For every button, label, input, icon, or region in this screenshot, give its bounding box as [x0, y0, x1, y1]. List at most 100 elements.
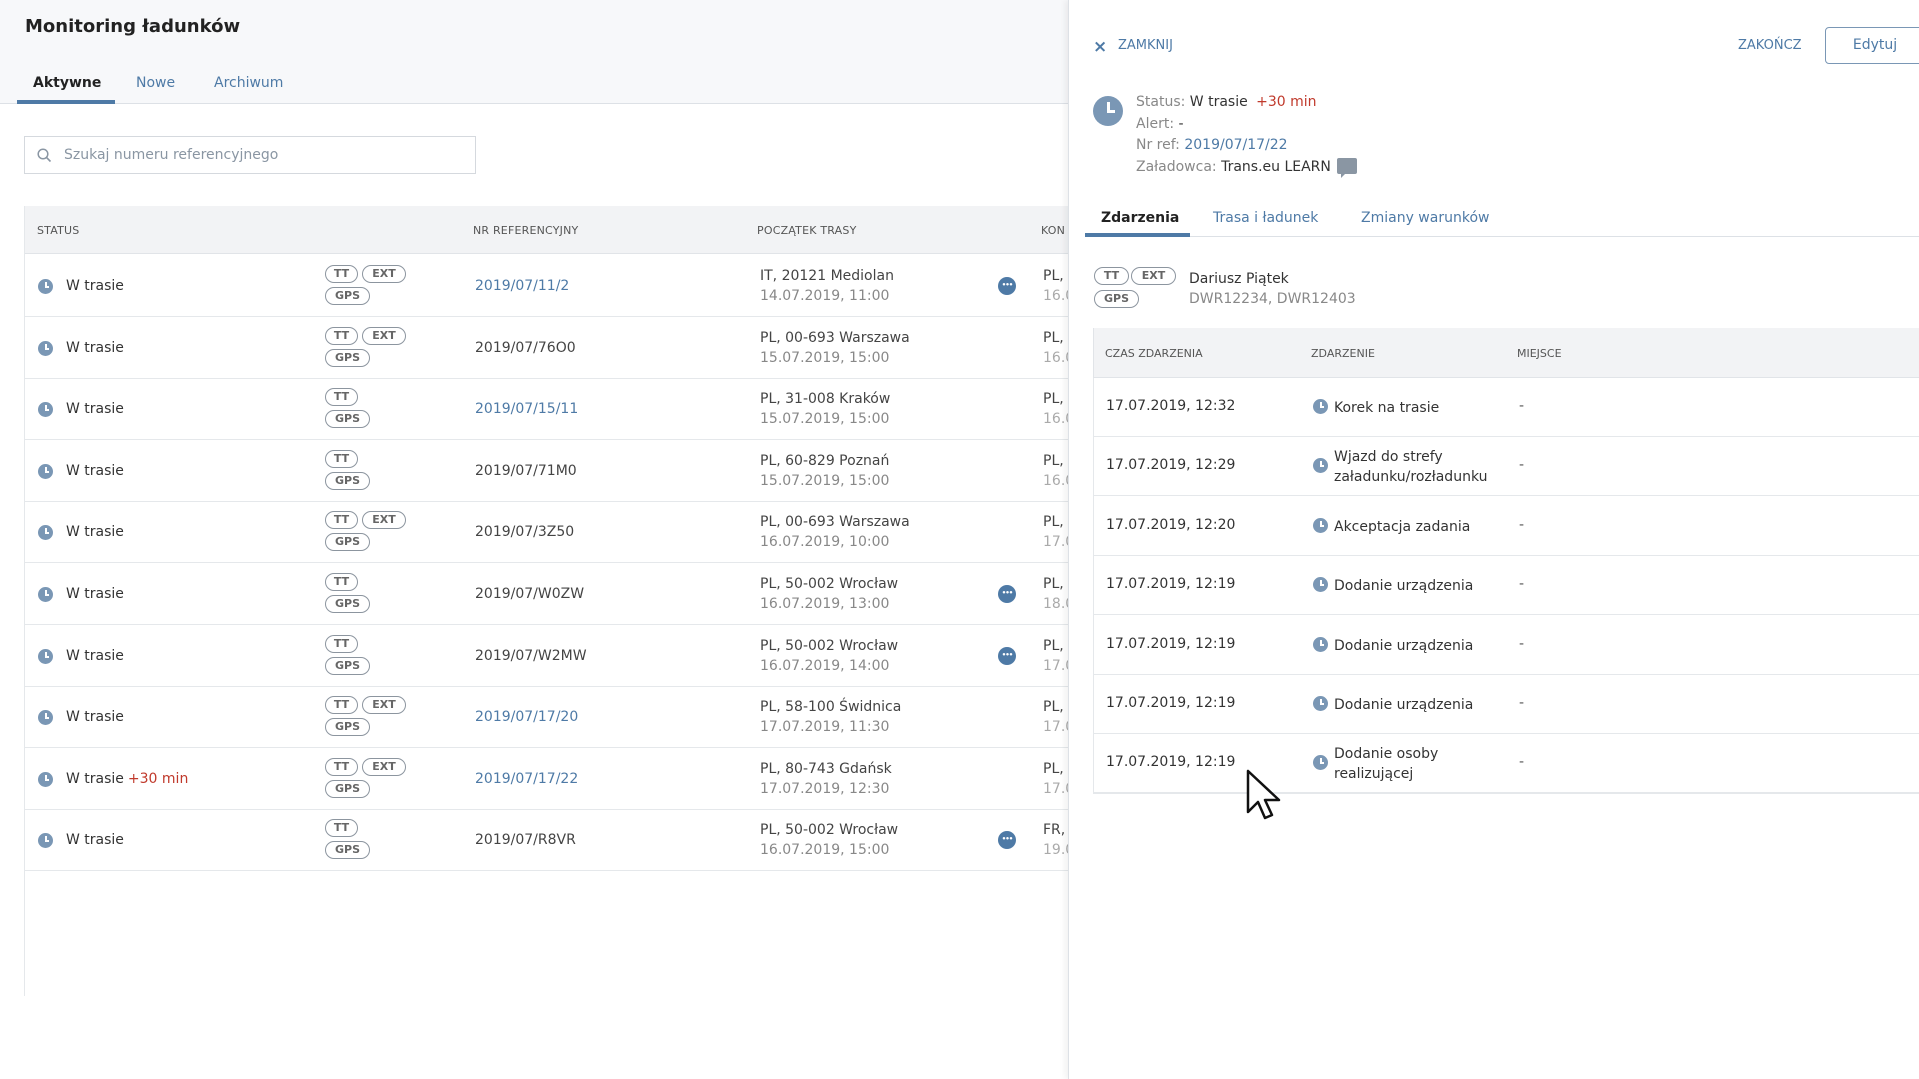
end-location: PL,: [1043, 391, 1064, 408]
badge-gps: GPS: [325, 348, 370, 367]
table-row[interactable]: W trasie TT GPS 2019/07/15/11 PL, 31-008 Kra…: [25, 378, 1068, 441]
table-row[interactable]: W trasie TT GPS 2019/07/W2MW PL, 50-002 Wroc…: [25, 625, 1068, 687]
close-icon[interactable]: ×: [1093, 39, 1107, 56]
comment-icon[interactable]: [1337, 158, 1357, 178]
ref-info: Nr ref: 2019/07/17/22: [1136, 137, 1288, 153]
table-row[interactable]: W trasie TT GPS 2019/07/W0ZW PL, 50-002 Wroc…: [25, 563, 1068, 625]
table-row[interactable]: W trasie TT EXT GPS 2019/07/3Z50 PL, 00-693 W…: [25, 501, 1068, 564]
driver-vehicles: DWR12234, DWR12403: [1189, 291, 1356, 307]
ref-number[interactable]: 2019/07/11/2: [475, 278, 569, 294]
badge-gps: GPS: [325, 533, 370, 552]
badge-gps: GPS: [325, 287, 370, 305]
event-row: 17.07.2019, 12:32 Korek na trasie -: [1094, 378, 1919, 437]
event-row: 17.07.2019, 12:19 Dodanie urządzenia -: [1094, 556, 1919, 616]
end-location: FR,: [1043, 822, 1066, 839]
start-location: PL, 58-100 Świdnica: [760, 699, 902, 716]
clock-icon: [38, 340, 53, 356]
tab-zmiany-warunkow[interactable]: Zmiany warunków: [1361, 210, 1489, 226]
column-header-ref[interactable]: NR REFERENCYJNY: [473, 224, 578, 237]
start-location: PL, 00-693 Warszawa: [760, 329, 910, 346]
event-place: -: [1519, 695, 1525, 711]
start-date: 15.07.2019, 15:00: [760, 472, 890, 489]
status-text: W trasie: [66, 709, 124, 726]
badge-ext: EXT: [362, 696, 406, 715]
more-icon[interactable]: •••: [998, 831, 1016, 850]
event-time: 17.07.2019, 12:19: [1106, 635, 1236, 652]
search-input[interactable]: [64, 137, 469, 173]
tab-trasa-i-ladunek[interactable]: Trasa i ładunek: [1213, 210, 1318, 226]
event-row: 17.07.2019, 12:29 Wjazd do strefy załadunk…: [1094, 437, 1919, 497]
badge-ext: EXT: [362, 511, 406, 530]
event-time: 17.07.2019, 12:29: [1106, 457, 1236, 474]
ref-number[interactable]: 2019/07/17/20: [475, 709, 578, 725]
event-row: 17.07.2019, 12:19 Dodanie urządzenia -: [1094, 675, 1919, 734]
close-button[interactable]: ZAMKNIJ: [1118, 38, 1173, 53]
column-header-status[interactable]: STATUS: [37, 224, 79, 237]
start-date: 17.07.2019, 11:30: [760, 719, 890, 736]
end-date: 16.0: [1043, 411, 1068, 428]
start-date: 15.07.2019, 15:00: [760, 349, 890, 366]
event-place: -: [1519, 754, 1525, 771]
alert-value: -: [1178, 116, 1184, 132]
row-status: W trasie: [66, 648, 124, 664]
event-place: -: [1519, 457, 1525, 474]
event-name: Dodanie urządzenia: [1334, 576, 1534, 596]
event-row: 17.07.2019, 12:19 Dodanie osoby realizując…: [1094, 734, 1919, 794]
badge-gps: GPS: [325, 718, 370, 737]
start-location: PL, 00-693 Warszawa: [760, 514, 910, 531]
badge-tt: TT: [325, 388, 358, 407]
table-row[interactable]: W trasie TT GPS 2019/07/71M0 PL, 60-829 Pozn…: [25, 440, 1068, 502]
event-name: Dodanie osoby realizującej: [1334, 744, 1534, 784]
event-name-line: Dodanie urządzenia: [1334, 697, 1474, 713]
start-date: 16.07.2019, 14:00: [760, 657, 890, 674]
more-icon[interactable]: •••: [998, 585, 1016, 603]
event-name-line: załadunku/rozładunku: [1334, 469, 1488, 486]
clock-icon: [1313, 458, 1328, 474]
search-icon: [37, 148, 52, 163]
ref-number[interactable]: 2019/07/15/11: [475, 401, 578, 417]
panel-tabs-divider: [1085, 236, 1919, 237]
status-text: W trasie: [66, 770, 124, 787]
ref-number: 2019/07/R8VR: [475, 832, 576, 849]
end-location: PL,: [1043, 452, 1064, 469]
table-row[interactable]: W trasie TT GPS 2019/07/R8VR PL, 50-002 Wroc…: [25, 809, 1068, 872]
table-row[interactable]: W trasie +30 min TT EXT GPS 2019/07/17/22 PL, …: [25, 748, 1068, 810]
alert-info: Alert: -: [1136, 116, 1184, 132]
clock-icon: [38, 525, 53, 541]
event-name-line: Wjazd do strefy: [1334, 449, 1443, 466]
finish-button[interactable]: ZAKOŃCZ: [1738, 38, 1802, 53]
more-icon[interactable]: •••: [998, 277, 1016, 295]
ref-number: 2019/07/W0ZW: [475, 586, 585, 602]
panel-tab-active-indicator: [1085, 233, 1190, 237]
table-row[interactable]: W trasie TT EXT GPS 2019/07/11/2 IT, 20121 Me…: [25, 255, 1068, 317]
column-header-event: ZDARZENIE: [1311, 347, 1375, 360]
tab-nowe[interactable]: Nowe: [136, 75, 175, 104]
badge-gps: GPS: [325, 410, 370, 429]
table-row[interactable]: W trasie TT EXT GPS 2019/07/76O0 PL, 00-693 W…: [25, 317, 1068, 379]
ref-number: 2019/07/76O0: [475, 339, 576, 356]
alert-label: Alert:: [1136, 116, 1175, 132]
row-status: W trasie: [66, 401, 124, 417]
more-icon[interactable]: •••: [998, 646, 1016, 665]
column-header-start[interactable]: POCZĄTEK TRASY: [757, 224, 857, 237]
start-location: PL, 80-743 Gdańsk: [760, 760, 892, 777]
tab-archiwum[interactable]: Archiwum: [214, 75, 283, 104]
row-status: W trasie: [66, 709, 124, 725]
start-location: PL, 31-008 Kraków: [760, 391, 891, 408]
page-title: Monitoring ładunków: [25, 16, 241, 37]
column-header-end[interactable]: KON: [1041, 224, 1068, 237]
end-date: 17.0: [1043, 780, 1068, 797]
end-location: PL,: [1043, 576, 1064, 592]
ref-link[interactable]: 2019/07/17/22: [1184, 137, 1287, 153]
event-place: -: [1519, 635, 1525, 652]
ref-number[interactable]: 2019/07/17/22: [475, 771, 578, 787]
status-text: W trasie: [66, 339, 124, 356]
badge-tt: TT: [325, 449, 358, 468]
edit-button[interactable]: Edytuj: [1825, 27, 1919, 64]
event-name: Dodanie urządzenia: [1334, 636, 1534, 656]
tab-zdarzenia[interactable]: Zdarzenia: [1101, 210, 1179, 226]
start-date: 16.07.2019, 13:00: [760, 596, 890, 612]
end-date: 17.0: [1043, 657, 1068, 674]
table-row[interactable]: W trasie TT EXT GPS 2019/07/17/20 PL, 58-100 …: [25, 686, 1068, 749]
status-text: W trasie: [66, 832, 124, 849]
